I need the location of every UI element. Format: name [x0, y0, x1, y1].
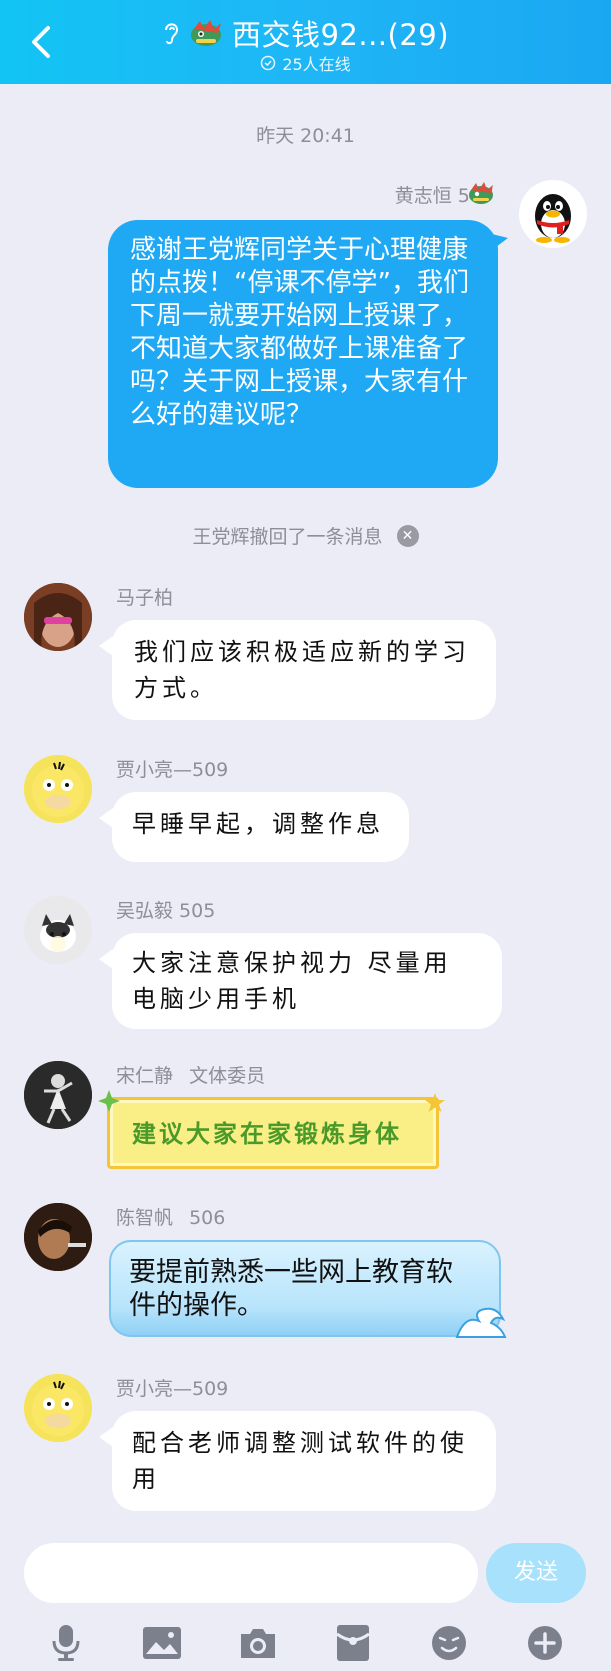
- dragon-badge-icon: [469, 182, 493, 204]
- message-text: 件的操作。: [129, 1290, 264, 1321]
- red-packet-icon: [336, 1625, 371, 1661]
- message-text: 配合老师调整测试软件的使: [132, 1429, 468, 1457]
- bubble-tail: [492, 234, 508, 250]
- sender-name: 吴弘毅 505: [116, 900, 216, 922]
- input-bar: 发送: [0, 1527, 611, 1671]
- message-bubble[interactable]: 配合老师调整测试软件的使 用: [112, 1411, 496, 1511]
- camera-button[interactable]: [235, 1620, 281, 1666]
- close-icon[interactable]: ✕: [396, 524, 419, 547]
- message-text: 要提前熟悉一些网上教育软: [129, 1257, 453, 1288]
- message-input[interactable]: [24, 1543, 478, 1603]
- message-timestamp: 昨天 20:41: [256, 125, 355, 147]
- qq-penguin-avatar-icon: [535, 194, 571, 243]
- image-icon: [142, 1627, 181, 1659]
- sender-name-text: 陈智帆: [116, 1207, 174, 1229]
- camera-icon: [240, 1629, 275, 1658]
- online-status: 25人在线: [0, 51, 611, 75]
- emoji-button[interactable]: [426, 1620, 472, 1666]
- cat-avatar-icon: [24, 896, 92, 964]
- bubble-tail: [99, 636, 113, 656]
- avatar[interactable]: [519, 180, 587, 248]
- user-photo-avatar-icon: [24, 583, 92, 651]
- message-bubble[interactable]: 大家注意保护视力 尽量用 电脑少用手机: [112, 933, 502, 1029]
- psyduck-avatar-icon: [24, 755, 92, 823]
- member-title: 文体委员: [189, 1065, 266, 1087]
- star-decoration-icon: [425, 1093, 445, 1112]
- ear-icon: [164, 23, 178, 45]
- message-bubble[interactable]: 感谢王党辉同学关于心理健康的点拨！“停课不停学”，我们下周一就要开始网上授课了，…: [108, 220, 498, 488]
- send-button[interactable]: 发送: [486, 1543, 586, 1603]
- message-text: 大家注意保护视力 尽量用: [132, 949, 452, 977]
- title-row[interactable]: 西交钱92...(29): [0, 12, 611, 54]
- sender-name-text: 宋仁静: [116, 1065, 174, 1087]
- user-photo-avatar-icon: [24, 1203, 92, 1271]
- avatar[interactable]: [24, 583, 92, 651]
- recall-text: 王党辉撤回了一条消息: [192, 526, 383, 548]
- message-text: 用: [132, 1465, 160, 1493]
- group-title: 西交钱92...(29): [231, 18, 450, 52]
- avatar[interactable]: [24, 1374, 92, 1442]
- message-bubble[interactable]: 我们应该积极适应新的学习 方式。: [112, 620, 496, 720]
- message-text: 我们应该积极适应新的学习: [134, 638, 470, 666]
- avatar[interactable]: [24, 896, 92, 964]
- red-packet-button[interactable]: [330, 1620, 376, 1666]
- emoji-icon: [432, 1626, 467, 1660]
- message-text: 电脑少用手机: [132, 985, 300, 1013]
- chat-header: 西交钱92...(29) 25人在线: [0, 0, 611, 84]
- image-button[interactable]: [139, 1620, 185, 1666]
- leaf-decoration-icon: [98, 1090, 120, 1112]
- sender-name: 贾小亮—509: [116, 1378, 229, 1400]
- input-toolbar: [0, 1620, 611, 1666]
- member-title: 506: [189, 1207, 226, 1229]
- psyduck-avatar-icon: [24, 1374, 92, 1442]
- avatar[interactable]: [24, 1203, 92, 1271]
- message-text: 建议大家在家锻炼身体: [132, 1119, 402, 1148]
- dancer-photo-avatar-icon: [24, 1061, 92, 1129]
- microphone-button[interactable]: [43, 1620, 89, 1666]
- online-count: 25人在线: [282, 55, 351, 74]
- plus-icon: [528, 1626, 563, 1660]
- avatar[interactable]: [24, 1061, 92, 1129]
- more-button[interactable]: [522, 1620, 568, 1666]
- wave-decoration-icon: [455, 1307, 507, 1338]
- message-text: 感谢王党辉同学关于心理健康的点拨！“停课不停学”，我们下周一就要开始网上授课了，…: [130, 235, 469, 430]
- sender-name: 贾小亮—509: [116, 759, 229, 781]
- bubble-tail: [99, 949, 113, 969]
- message-bubble[interactable]: 早睡早起，调整作息: [112, 792, 409, 862]
- message-bubble[interactable]: 要提前熟悉一些网上教育软 件的操作。: [109, 1240, 507, 1338]
- online-check-icon: [261, 55, 276, 71]
- message-text: 方式。: [134, 674, 218, 702]
- message-text: 早睡早起，调整作息: [132, 810, 384, 838]
- sender-name: 马子柏: [116, 587, 174, 609]
- sender-name: 陈智帆 506: [116, 1203, 225, 1230]
- avatar[interactable]: [24, 755, 92, 823]
- bubble-tail: [99, 1427, 113, 1447]
- dragon-badge-icon: [190, 20, 221, 46]
- bubble-tail: [99, 808, 113, 828]
- recall-notice: 王党辉撤回了一条消息 ✕: [0, 522, 611, 549]
- message-bubble[interactable]: 建议大家在家锻炼身体: [98, 1090, 445, 1169]
- sender-name: 宋仁静 文体委员: [116, 1061, 265, 1088]
- microphone-icon: [52, 1625, 80, 1661]
